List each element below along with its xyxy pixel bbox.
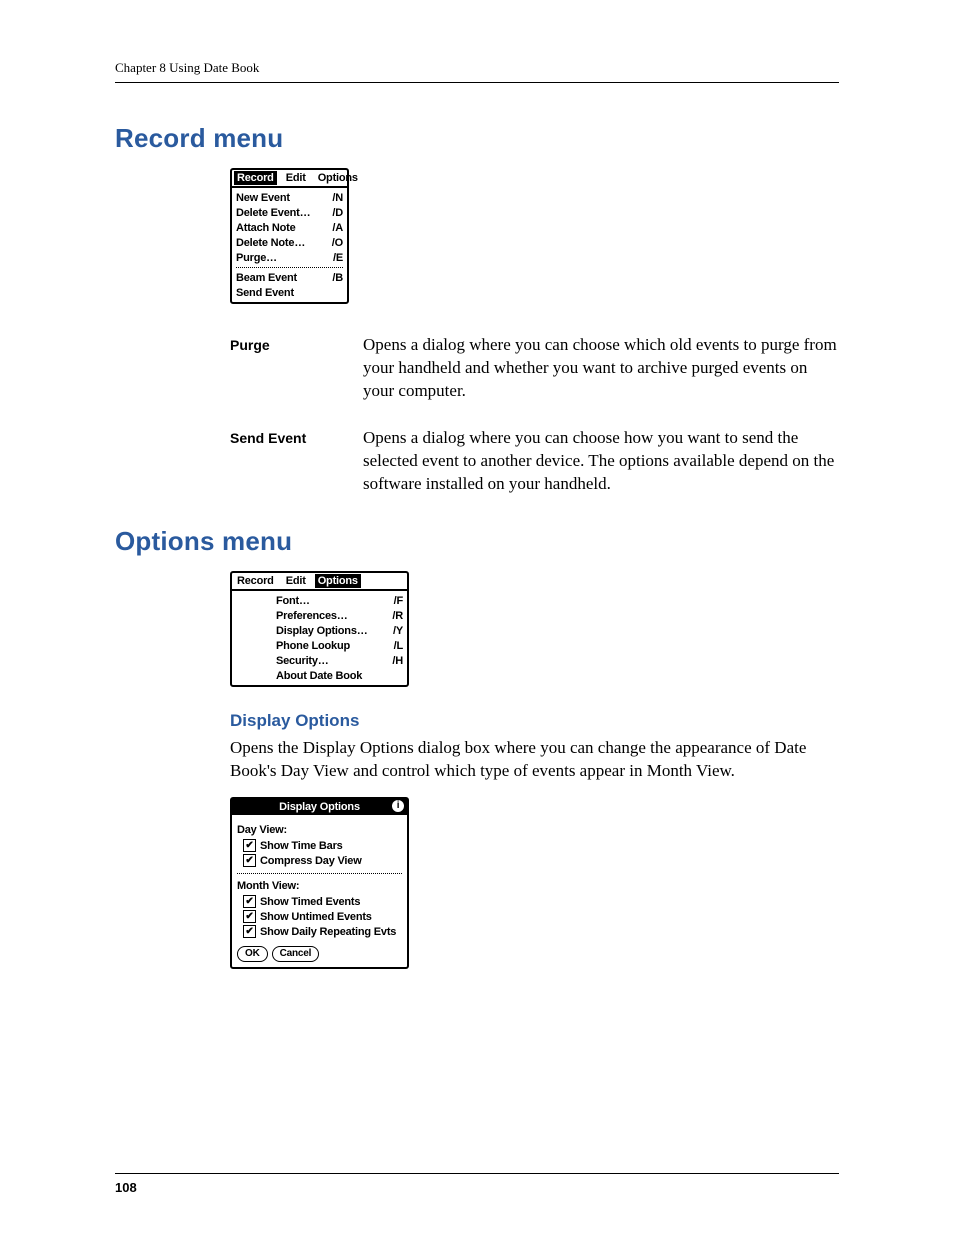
menu-item: Beam Event/B	[236, 270, 343, 285]
checkbox-icon: ✔	[243, 910, 256, 923]
checkbox-icon: ✔	[243, 895, 256, 908]
def-purge: Opens a dialog where you can choose whic…	[363, 334, 839, 403]
term-send-event: Send Event	[230, 427, 355, 496]
checkbox-row: ✔Compress Day View	[243, 854, 402, 868]
description-table: Purge Opens a dialog where you can choos…	[230, 334, 839, 496]
menu-item: New Event/N	[236, 190, 343, 205]
menu-item: Font…/F	[276, 593, 403, 608]
checkbox-row: ✔Show Daily Repeating Evts	[243, 925, 402, 939]
menu-item: Display Options…/Y	[276, 623, 403, 638]
checkbox-icon: ✔	[243, 854, 256, 867]
record-menu-screenshot: Record Edit Options New Event/N Delete E…	[230, 168, 349, 304]
options-menu-screenshot: Record Edit Options Font…/F Preferences……	[230, 571, 409, 687]
display-options-text: Opens the Display Options dialog box whe…	[230, 737, 839, 783]
checkbox-icon: ✔	[243, 925, 256, 938]
def-send-event: Opens a dialog where you can choose how …	[363, 427, 839, 496]
menu-separator	[236, 267, 343, 268]
menu-item: Security…/H	[276, 653, 403, 668]
term-purge: Purge	[230, 334, 355, 403]
checkbox-icon: ✔	[243, 839, 256, 852]
chapter-header: Chapter 8 Using Date Book	[115, 60, 839, 83]
menu-item: Delete Event…/D	[236, 205, 343, 220]
menu-tab-options: Options	[315, 171, 361, 185]
ok-button: OK	[237, 946, 268, 962]
menu-item: Preferences…/R	[276, 608, 403, 623]
menu-tab-edit: Edit	[283, 171, 309, 185]
menu-tab-record: Record	[234, 171, 277, 185]
cancel-button: Cancel	[272, 946, 320, 962]
heading-record-menu: Record menu	[115, 123, 839, 154]
page-number: 108	[115, 1180, 137, 1195]
dialog-separator	[237, 873, 402, 874]
checkbox-row: ✔Show Time Bars	[243, 839, 402, 853]
section-header-day-view: Day View:	[237, 823, 402, 837]
menu-item: About Date Book	[276, 668, 403, 683]
page-footer: 108	[115, 1173, 839, 1195]
menu-tab-edit: Edit	[283, 574, 309, 588]
menu-bar: Record Edit Options	[232, 170, 347, 188]
menu-tab-record: Record	[234, 574, 277, 588]
menu-item: Purge…/E	[236, 250, 343, 265]
heading-display-options: Display Options	[230, 711, 839, 731]
dialog-title: Display Options	[279, 800, 360, 814]
info-icon: i	[392, 800, 404, 812]
menu-item: Delete Note…/O	[236, 235, 343, 250]
menu-item: Phone Lookup/L	[276, 638, 403, 653]
menu-bar: Record Edit Options	[232, 573, 407, 591]
checkbox-row: ✔Show Timed Events	[243, 895, 402, 909]
dialog-title-bar: Display Options i	[232, 799, 407, 815]
section-header-month-view: Month View:	[237, 879, 402, 893]
checkbox-row: ✔Show Untimed Events	[243, 910, 402, 924]
menu-item: Attach Note/A	[236, 220, 343, 235]
display-options-dialog: Display Options i Day View: ✔Show Time B…	[230, 797, 409, 969]
menu-item: Send Event	[236, 285, 343, 300]
heading-options-menu: Options menu	[115, 526, 839, 557]
menu-tab-options: Options	[315, 574, 361, 588]
